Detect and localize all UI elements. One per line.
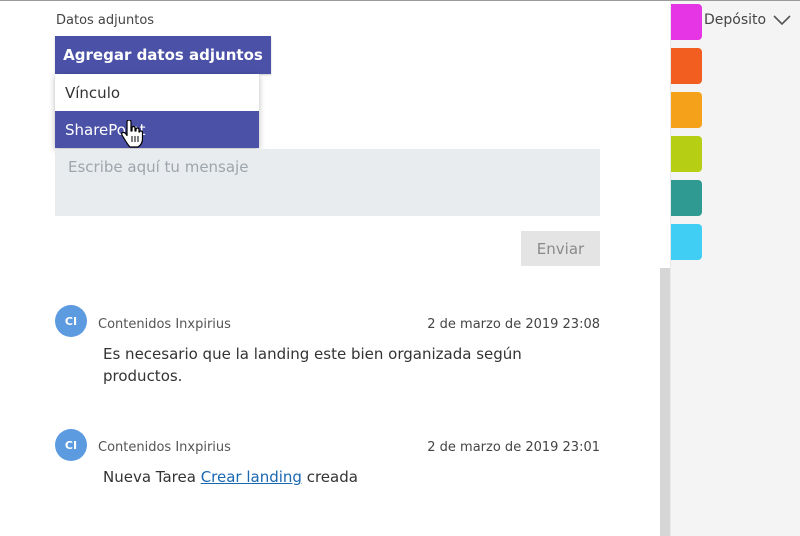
label-color-yellow[interactable] xyxy=(671,92,702,128)
message-input[interactable]: Escribe aquí tu mensaje xyxy=(55,149,600,216)
send-button[interactable]: Enviar xyxy=(521,231,600,266)
hand-cursor-icon xyxy=(121,120,143,148)
bucket-dropdown-label[interactable]: Depósito xyxy=(704,12,766,28)
menu-item-link[interactable]: Vínculo xyxy=(55,74,259,111)
attachments-dropdown-menu: Vínculo SharePoint xyxy=(55,74,259,148)
label-color-blue[interactable] xyxy=(671,224,702,260)
comment-author: Contenidos Inxpirius xyxy=(98,440,231,455)
avatar: CI xyxy=(55,429,87,461)
avatar: CI xyxy=(55,305,87,337)
comment-timestamp: 2 de marzo de 2019 23:01 xyxy=(427,440,600,455)
task-link[interactable]: Crear landing xyxy=(201,468,302,486)
label-color-teal[interactable] xyxy=(671,180,702,216)
chevron-down-icon[interactable] xyxy=(771,10,793,30)
comment-text-prefix: Nueva Tarea xyxy=(103,468,201,486)
comment-author: Contenidos Inxpirius xyxy=(98,317,231,332)
label-color-pink[interactable] xyxy=(671,4,702,40)
add-attachments-button[interactable]: Agregar datos adjuntos xyxy=(55,36,271,74)
attachments-label: Datos adjuntos xyxy=(56,13,155,28)
label-color-orange[interactable] xyxy=(671,48,702,84)
label-color-green[interactable] xyxy=(671,136,702,172)
scrollbar[interactable] xyxy=(660,268,670,536)
comment-timestamp: 2 de marzo de 2019 23:08 xyxy=(427,317,600,332)
menu-item-sharepoint[interactable]: SharePoint xyxy=(55,111,259,148)
comment-text: Nueva Tarea Crear landing creada xyxy=(103,466,563,488)
comment-text: Es necesario que la landing este bien or… xyxy=(103,345,522,385)
comment-text-suffix: creada xyxy=(301,468,358,486)
